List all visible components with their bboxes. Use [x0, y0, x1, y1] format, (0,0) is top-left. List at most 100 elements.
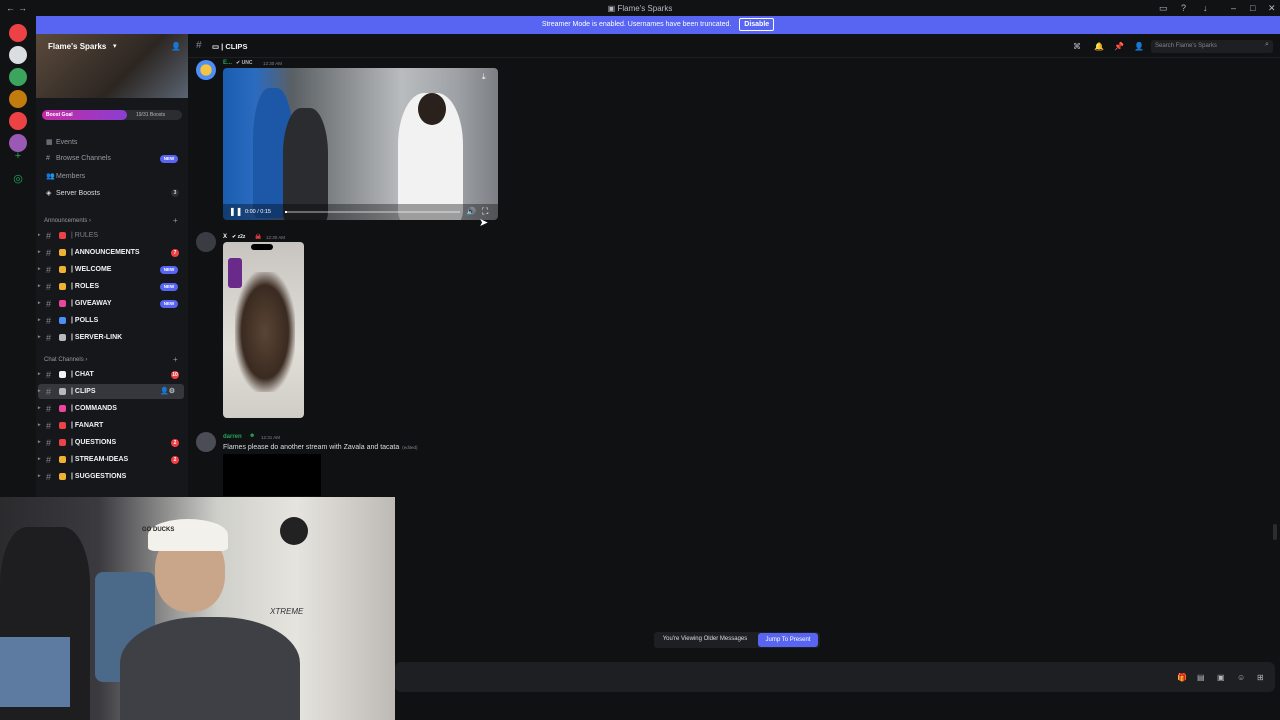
add-channel-icon[interactable]: +	[173, 355, 178, 364]
title-bar: ← → ▣ Flame's Sparks ▭ ? ↓ – □ ✕	[0, 0, 1280, 16]
server-icon[interactable]	[9, 24, 27, 42]
members-icon: 👥	[46, 173, 55, 180]
members-item[interactable]: 👥Members	[46, 172, 85, 180]
boost-count: 19/31 Boosts	[136, 112, 166, 118]
volume-icon[interactable]: 🔊	[466, 207, 476, 216]
chevron-down-icon[interactable]: ▾	[113, 42, 117, 50]
mouse-cursor-icon: ➤	[479, 217, 489, 229]
channel-clips[interactable]: ▸ # | CLIPS 👤⚙	[38, 384, 184, 399]
channel-fanart[interactable]: ▸ # | FANART	[38, 418, 184, 433]
server-icon[interactable]	[9, 46, 27, 64]
avatar[interactable]	[196, 232, 216, 252]
channel-server-link[interactable]: ▸ # | SERVER-LINK	[38, 330, 184, 345]
category-chat-channels[interactable]: Chat Channels ›	[44, 357, 87, 363]
expand-arrow-icon: ▸	[38, 371, 41, 377]
expand-arrow-icon: ▸	[38, 439, 41, 445]
gift-icon[interactable]: 🎁	[1177, 673, 1187, 682]
notification-bell-icon[interactable]: 🔔	[1094, 42, 1104, 51]
video-figure	[418, 93, 446, 125]
image-detail	[235, 272, 295, 392]
download-icon[interactable]: ↓	[1203, 3, 1208, 13]
apps-icon[interactable]: ⊞	[1257, 673, 1264, 682]
hash-icon: #	[46, 438, 52, 448]
embed-attachment[interactable]	[223, 454, 321, 496]
channel-settings-icon[interactable]: 👤⚙	[160, 387, 175, 395]
server-name[interactable]: Flame's Sparks	[48, 42, 106, 51]
pause-icon[interactable]: ❚❚	[229, 207, 242, 216]
poster-text: XTREME	[270, 607, 304, 616]
browse-channels-item[interactable]: # Browse Channels	[46, 155, 111, 162]
avatar[interactable]	[196, 432, 216, 452]
role-tag: ✔ UNC	[236, 60, 253, 66]
pin-icon[interactable]: 📌	[1114, 42, 1124, 51]
server-icon[interactable]	[9, 90, 27, 108]
jump-to-present-button[interactable]: Jump To Present	[758, 633, 818, 647]
skull-emoji-icon: ☠	[255, 234, 262, 241]
new-badge: NEW	[160, 155, 178, 163]
disable-button[interactable]: Disable	[739, 18, 775, 31]
expand-arrow-icon: ▸	[38, 232, 41, 238]
new-badge: NEW	[160, 300, 178, 308]
channel-chat[interactable]: ▸ # | CHAT	[38, 367, 184, 382]
hash-icon: #	[46, 387, 52, 397]
boost-icon: ◈	[46, 190, 52, 197]
video-seek-bar[interactable]	[285, 211, 460, 213]
gif-icon[interactable]: ▤	[1197, 673, 1205, 682]
category-announcements[interactable]: Announcements ›	[44, 218, 91, 224]
search-input[interactable]: Search Flame's Sparks	[1151, 40, 1273, 53]
channel-suggestions[interactable]: ▸ # | SUGGESTIONS	[38, 469, 184, 484]
channel-commands[interactable]: ▸ # | COMMANDS	[38, 401, 184, 416]
invite-icon[interactable]: 👤	[171, 42, 181, 51]
add-channel-icon[interactable]: +	[173, 216, 178, 225]
server-icon[interactable]	[9, 112, 27, 130]
close-icon[interactable]: ✕	[1268, 3, 1276, 14]
avatar[interactable]	[196, 60, 216, 80]
sticker-icon[interactable]: ▣	[1217, 673, 1225, 682]
member-list-icon[interactable]: 👤	[1134, 42, 1144, 51]
badge-emoji-icon: ☻	[249, 433, 256, 439]
webcam-overlay: GO DUCKS XTREME	[0, 497, 395, 720]
message-author[interactable]: E...	[223, 60, 232, 66]
question-emoji-icon	[59, 439, 66, 446]
maximize-icon[interactable]: □	[1250, 3, 1255, 13]
threads-icon[interactable]: ⌘	[1073, 42, 1081, 51]
help-icon[interactable]: ?	[1181, 3, 1186, 13]
add-server-icon[interactable]: +	[11, 150, 25, 162]
rules-emoji-icon	[59, 232, 66, 239]
server-boosts-item[interactable]: ◈ Server Boosts	[46, 189, 100, 197]
screen-icon[interactable]: ▭	[1159, 3, 1168, 14]
message-timestamp: 12:30 AM	[266, 235, 286, 240]
channel-questions[interactable]: ▸ # | QUESTIONS	[38, 435, 184, 450]
message-author[interactable]: darren	[223, 434, 242, 440]
hash-icon: #	[46, 333, 52, 343]
channel-rules[interactable]: ▸ # | RULES	[38, 228, 184, 243]
expand-arrow-icon: ▸	[38, 317, 41, 323]
channel-stream-ideas[interactable]: ▸ # | STREAM-IDEAS	[38, 452, 184, 467]
hash-icon: #	[46, 282, 52, 292]
webcam-figure	[0, 637, 70, 707]
expand-arrow-icon: ▸	[38, 456, 41, 462]
older-messages-text: You're Viewing Older Messages	[662, 636, 748, 642]
hash-icon: #	[46, 265, 52, 275]
video-controls: ❚❚ 0:00 / 0:15 🔊 ⛶	[223, 204, 498, 220]
webcam-figure	[280, 517, 308, 545]
scrollbar[interactable]	[1273, 524, 1277, 540]
message-composer[interactable]	[395, 662, 1275, 692]
message-timestamp: 12:31 AM	[261, 435, 281, 440]
emoji-icon[interactable]: ☺	[1237, 673, 1245, 682]
image-attachment[interactable]	[223, 242, 304, 418]
minimize-icon[interactable]: –	[1231, 3, 1236, 13]
video-player[interactable]: ⤓ ❚❚ 0:00 / 0:15 🔊 ⛶	[223, 68, 498, 220]
explore-icon[interactable]: ◎	[11, 172, 25, 185]
header-channel-name: ▭ | CLIPS	[212, 42, 248, 51]
channel-polls[interactable]: ▸ # | POLLS	[38, 313, 184, 328]
roles-emoji-icon	[59, 283, 66, 290]
lightbulb-emoji-icon	[59, 456, 66, 463]
message-author[interactable]: X	[223, 234, 227, 240]
download-icon[interactable]: ⤓	[482, 72, 486, 82]
banner-text: Streamer Mode is enabled. Usernames have…	[541, 21, 732, 28]
palette-emoji-icon	[59, 422, 66, 429]
server-icon[interactable]	[9, 68, 27, 86]
events-item[interactable]: ▦ Events	[46, 138, 77, 146]
channel-announcements[interactable]: ▸ # | ANNOUNCEMENTS	[38, 245, 184, 260]
